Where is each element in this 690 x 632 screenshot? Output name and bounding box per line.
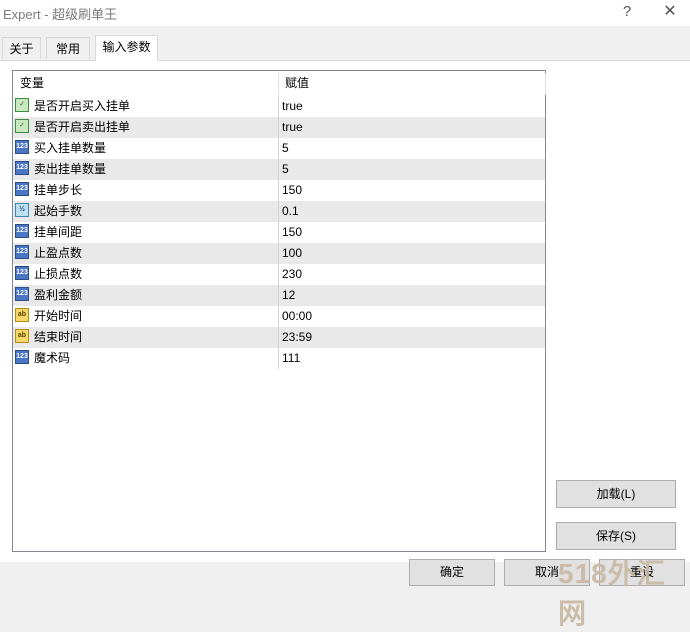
- integer-icon: 123: [15, 140, 29, 154]
- tab-common[interactable]: 常用: [46, 37, 90, 59]
- table-row[interactable]: ½ 起始手数 0.1: [13, 201, 545, 222]
- parameter-value[interactable]: true: [282, 117, 303, 138]
- tab-input-parameters-label: 输入参数: [102, 40, 151, 54]
- table-row[interactable]: ab 结束时间 23:59: [13, 327, 545, 348]
- parameter-value[interactable]: 150: [282, 222, 302, 243]
- parameter-name: 买入挂单数量: [34, 141, 107, 155]
- table-row[interactable]: 123 买入挂单数量 5: [13, 138, 545, 159]
- cell-divider: [278, 348, 279, 369]
- table-row[interactable]: ab 开始时间 00:00: [13, 306, 545, 327]
- ok-button[interactable]: 确定: [409, 559, 495, 586]
- parameter-value[interactable]: 0.1: [282, 201, 299, 222]
- column-divider[interactable]: [278, 73, 279, 95]
- cell-divider: [278, 201, 279, 222]
- table-row[interactable]: 123 挂单间距 150: [13, 222, 545, 243]
- cell-divider: [278, 180, 279, 201]
- parameter-value[interactable]: 12: [282, 285, 295, 306]
- parameter-name: 起始手数: [34, 204, 83, 218]
- cell-divider: [278, 306, 279, 327]
- parameter-name: 止损点数: [34, 267, 83, 281]
- parameter-value[interactable]: 23:59: [282, 327, 312, 348]
- parameter-name: 是否开启卖出挂单: [34, 120, 131, 134]
- parameter-value[interactable]: 111: [282, 348, 300, 369]
- cell-divider: [278, 285, 279, 306]
- column-header-value[interactable]: 赋值: [285, 71, 309, 96]
- cell-divider: [278, 138, 279, 159]
- parameter-value[interactable]: 100: [282, 243, 302, 264]
- parameter-value[interactable]: 230: [282, 264, 302, 285]
- table-row[interactable]: 123 魔术码 111: [13, 348, 545, 369]
- parameters-grid[interactable]: 变量 赋值 ✓ 是否开启买入挂单 true ✓ 是否开启卖出挂单 true 123 买入挂单数…: [12, 70, 546, 552]
- parameter-name: 挂单间距: [34, 225, 83, 239]
- integer-icon: 123: [15, 161, 29, 175]
- table-row[interactable]: ✓ 是否开启买入挂单 true: [13, 96, 545, 117]
- integer-icon: 123: [15, 287, 29, 301]
- watermark-text: 518外汇网: [558, 558, 666, 629]
- grid-header: 变量 赋值: [13, 71, 546, 96]
- integer-icon: 123: [15, 224, 29, 238]
- integer-icon: 123: [15, 182, 29, 196]
- tab-about-label: 关于: [9, 42, 34, 56]
- parameter-value[interactable]: true: [282, 96, 303, 117]
- parameter-value[interactable]: 5: [282, 138, 289, 159]
- cell-divider: [278, 96, 279, 117]
- column-divider: [545, 73, 546, 95]
- cell-divider: [278, 264, 279, 285]
- integer-icon: 123: [15, 245, 29, 259]
- title-bar: Expert - 超级刷单王 ? ✕: [0, 0, 690, 26]
- bool-icon: ✓: [15, 119, 29, 133]
- parameter-value[interactable]: 5: [282, 159, 289, 180]
- bool-icon: ✓: [15, 98, 29, 112]
- tab-about[interactable]: 关于: [2, 37, 41, 59]
- window-title: Expert - 超级刷单王: [3, 7, 118, 22]
- cell-divider: [278, 243, 279, 264]
- double-icon: ½: [15, 203, 29, 217]
- close-button[interactable]: ✕: [660, 2, 680, 22]
- cell-divider: [278, 222, 279, 243]
- integer-icon: 123: [15, 350, 29, 364]
- string-icon: ab: [15, 329, 29, 343]
- parameter-name: 魔术码: [34, 351, 71, 365]
- table-row[interactable]: 123 止损点数 230: [13, 264, 545, 285]
- tab-common-label: 常用: [55, 42, 80, 56]
- cell-divider: [278, 327, 279, 348]
- load-button[interactable]: 加载(L): [556, 480, 676, 508]
- parameter-value[interactable]: 150: [282, 180, 302, 201]
- string-icon: ab: [15, 308, 29, 322]
- parameter-name: 卖出挂单数量: [34, 162, 107, 176]
- parameter-name: 开始时间: [34, 309, 83, 323]
- parameter-name: 盈利金额: [34, 288, 83, 302]
- help-button[interactable]: ?: [617, 2, 637, 22]
- tab-input-parameters[interactable]: 输入参数: [95, 35, 158, 61]
- table-row[interactable]: ✓ 是否开启卖出挂单 true: [13, 117, 545, 138]
- table-row[interactable]: 123 挂单步长 150: [13, 180, 545, 201]
- parameter-name: 是否开启买入挂单: [34, 99, 131, 113]
- cell-divider: [278, 159, 279, 180]
- parameter-name: 结束时间: [34, 330, 83, 344]
- parameter-value[interactable]: 00:00: [282, 306, 312, 327]
- table-row[interactable]: 123 止盈点数 100: [13, 243, 545, 264]
- parameter-name: 止盈点数: [34, 246, 83, 260]
- cell-divider: [278, 117, 279, 138]
- save-button[interactable]: 保存(S): [556, 522, 676, 550]
- table-row[interactable]: 123 卖出挂单数量 5: [13, 159, 545, 180]
- column-header-variable[interactable]: 变量: [20, 71, 44, 96]
- parameter-name: 挂单步长: [34, 183, 83, 197]
- integer-icon: 123: [15, 266, 29, 280]
- table-row[interactable]: 123 盈利金额 12: [13, 285, 545, 306]
- grid-rows: ✓ 是否开启买入挂单 true ✓ 是否开启卖出挂单 true 123 买入挂单数量 5 123 卖…: [13, 96, 545, 369]
